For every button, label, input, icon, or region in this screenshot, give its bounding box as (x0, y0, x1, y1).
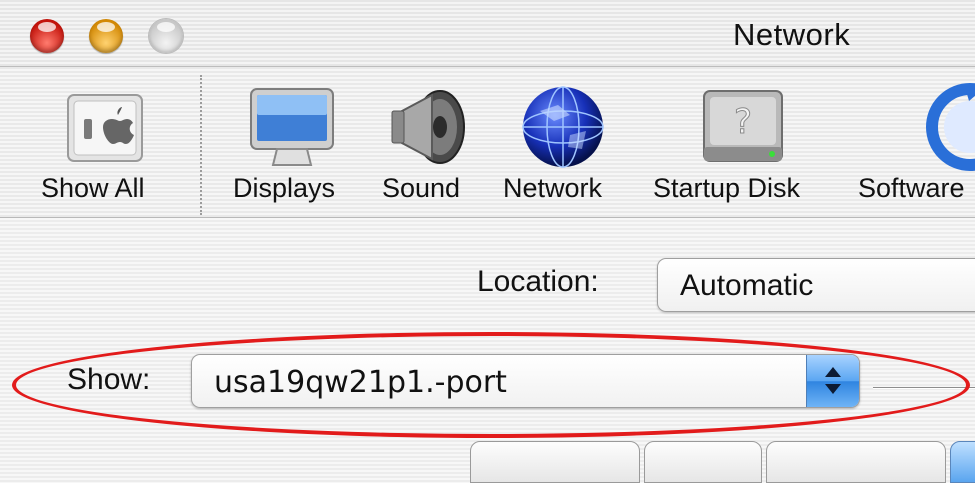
toolbar-separator (200, 75, 202, 215)
chevron-down-icon (825, 384, 841, 394)
toolbar-item-startup-disk[interactable]: ? Startup Disk (650, 67, 830, 217)
hard-disk-icon: ? (703, 90, 783, 162)
toolbar-item-label: Startup Disk (653, 173, 801, 203)
toolbar-item-sound[interactable]: Sound (380, 67, 475, 217)
toolbar-item-label: Show All (41, 173, 145, 203)
show-value: usa19qw21p1.-port (214, 365, 507, 400)
toolbar-item-label: Sound (382, 173, 461, 203)
close-button[interactable] (30, 19, 64, 53)
groove-divider (873, 387, 975, 389)
toolbar-item-label: Software (858, 173, 965, 203)
toolbar-item-network[interactable]: Network (500, 67, 625, 217)
location-label: Location: (477, 265, 599, 298)
tab[interactable] (644, 441, 762, 483)
chevron-up-icon (825, 367, 841, 377)
svg-text:?: ? (734, 102, 752, 142)
display-icon (250, 88, 334, 166)
toolbar-item-software[interactable]: Software (855, 67, 975, 217)
popup-stepper[interactable] (806, 355, 859, 407)
show-all-icon (67, 94, 143, 162)
toolbar-item-displays[interactable]: Displays (225, 67, 360, 217)
tab-selected[interactable] (950, 441, 975, 483)
title-bar: Network (0, 0, 975, 67)
show-popup[interactable]: usa19qw21p1.-port (191, 354, 860, 408)
tab[interactable] (766, 441, 946, 483)
toolbar-item-show-all[interactable]: Show All (30, 67, 180, 217)
toolbar: Show All Displays Sound Network ? Startu… (0, 67, 975, 218)
toolbar-item-label: Displays (233, 173, 336, 203)
window-title: Network (733, 17, 851, 52)
globe-icon (522, 86, 604, 168)
location-value: Automatic (680, 269, 814, 302)
toolbar-item-label: Network (503, 173, 603, 203)
software-update-icon (926, 83, 975, 171)
speaker-icon (391, 90, 465, 164)
minimize-button[interactable] (89, 19, 123, 53)
tab[interactable] (470, 441, 640, 483)
location-popup[interactable]: Automatic (657, 258, 975, 312)
show-label: Show: (67, 363, 151, 396)
zoom-button[interactable] (149, 19, 183, 53)
